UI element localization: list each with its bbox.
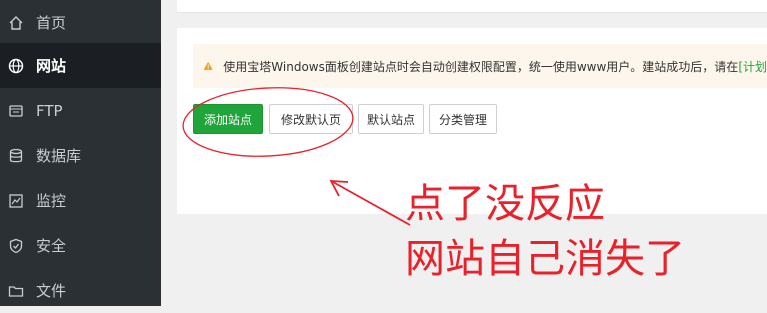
annotation-line-2: 网站自己消失了 bbox=[405, 236, 685, 282]
annotation-line-1: 点了没反应 bbox=[405, 181, 605, 227]
highlight-ellipse bbox=[182, 87, 354, 157]
arrow-shaft bbox=[332, 181, 411, 226]
